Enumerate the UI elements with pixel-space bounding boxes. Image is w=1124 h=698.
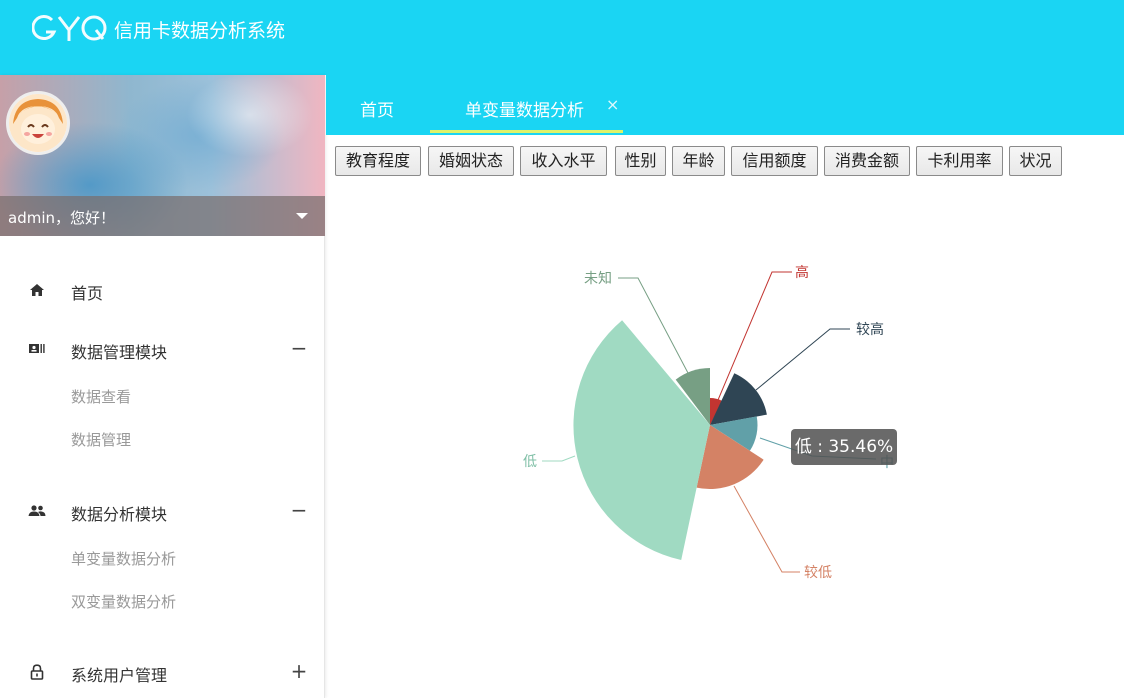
legend-label-low-ish: 较低: [804, 565, 832, 581]
tab-bar: 首页 单变量数据分析 ×: [326, 75, 1124, 135]
lock-icon: [30, 664, 44, 680]
tab-univariate-analysis[interactable]: 单变量数据分析 ×: [430, 75, 623, 135]
income-level-button[interactable]: 收入水平: [520, 146, 607, 176]
expand-icon[interactable]: +: [290, 659, 308, 683]
leader-line-high: [717, 271, 792, 401]
tab-label: 首页: [360, 101, 394, 121]
sidebar-item-user-management[interactable]: 系统用户管理 +: [0, 652, 325, 692]
active-tab-indicator: [430, 130, 623, 133]
close-icon[interactable]: ×: [606, 95, 619, 114]
leader-line-fairly-high: [755, 328, 850, 391]
user-greeting: admin，您好！: [8, 209, 115, 227]
status-button[interactable]: 状况: [1009, 146, 1062, 176]
sidebar-item-label: 数据分析模块: [71, 505, 168, 524]
sidebar: admin，您好！ 首页 数据管理模块 − 数据查看 数据管理 数据分析模块 −…: [0, 75, 325, 698]
sidebar-item-data-analysis[interactable]: 数据分析模块 −: [0, 491, 325, 531]
sidebar-subitem-data-manage[interactable]: 数据管理: [71, 429, 131, 450]
avatar-image: [9, 94, 67, 152]
users-icon: [28, 505, 46, 516]
rose-pie-chart: 未知 高 较高 中 较低 低: [523, 264, 894, 581]
id-card-icon: [29, 344, 45, 353]
avatar[interactable]: [6, 91, 70, 155]
collapse-icon[interactable]: −: [290, 498, 308, 522]
tab-home[interactable]: 首页: [326, 75, 430, 135]
education-button[interactable]: 教育程度: [335, 146, 421, 176]
sidebar-subitem-univariate[interactable]: 单变量数据分析: [71, 548, 176, 569]
rose-slice-low[interactable]: [573, 320, 710, 560]
sidebar-item-label: 首页: [71, 284, 104, 303]
age-button[interactable]: 年龄: [672, 146, 725, 176]
legend-label-high: 高: [795, 264, 809, 281]
marital-status-button[interactable]: 婚姻状态: [428, 146, 514, 176]
credit-limit-button[interactable]: 信用额度: [731, 146, 818, 176]
sidebar-item-data-management[interactable]: 数据管理模块 −: [0, 329, 325, 369]
caret-down-icon[interactable]: [296, 213, 308, 219]
sidebar-item-home[interactable]: 首页: [0, 270, 325, 310]
legend-label-fairly-high: 较高: [856, 321, 884, 338]
app-title: 信用卡数据分析系统: [114, 20, 286, 42]
tab-label: 单变量数据分析: [465, 101, 584, 121]
sidebar-subitem-bivariate[interactable]: 双变量数据分析: [71, 591, 176, 612]
spending-amount-button[interactable]: 消费金额: [824, 146, 910, 176]
leader-line-low: [542, 455, 576, 462]
gender-button[interactable]: 性别: [615, 146, 666, 176]
sidebar-item-label: 数据管理模块: [71, 343, 168, 362]
gyq-logo: [32, 15, 107, 41]
home-icon: [30, 284, 44, 296]
legend-label-low: 低: [523, 454, 537, 470]
leader-line-low-ish: [733, 485, 800, 573]
user-menu[interactable]: admin，您好！: [0, 196, 325, 236]
chart-tooltip: 低 : 35.46%: [791, 429, 897, 465]
legend-label-unknown: 未知: [584, 270, 612, 287]
top-header: 信用卡数据分析系统: [0, 0, 1124, 75]
sidebar-item-label: 系统用户管理: [71, 666, 168, 685]
card-utilization-button[interactable]: 卡利用率: [916, 146, 1003, 176]
collapse-icon[interactable]: −: [290, 336, 308, 360]
sidebar-subitem-data-view[interactable]: 数据查看: [71, 386, 131, 407]
profile-banner: admin，您好！: [0, 75, 325, 236]
